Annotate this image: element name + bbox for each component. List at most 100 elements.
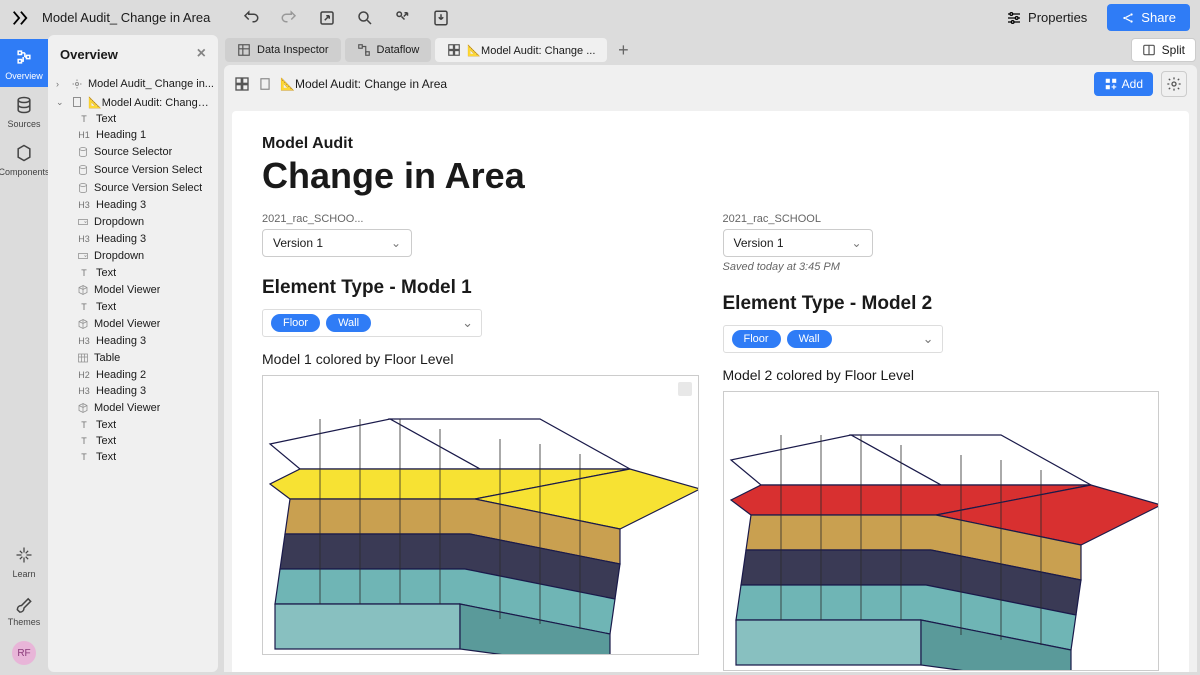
tree-row[interactable]: ⌄📐Model Audit: Change ... [48,93,218,111]
app-logo-icon[interactable] [10,8,30,28]
tree-label: Text [96,435,116,447]
grid-icon[interactable] [234,76,250,92]
tree-row[interactable]: Model Viewer [48,315,218,333]
undo-icon[interactable] [242,9,260,27]
grid-add-icon [1104,77,1118,91]
tree-row[interactable]: TText [48,111,218,127]
chip-floor[interactable]: Floor [271,314,320,332]
split-button[interactable]: Split [1131,38,1196,62]
rail-components[interactable]: Components [0,135,48,183]
preview-icon[interactable] [394,9,412,27]
dropdown-value: Version 1 [273,236,323,250]
element-type-dropdown-2[interactable]: Floor Wall ⌄ [723,325,943,353]
gear-icon [1166,76,1182,92]
properties-button[interactable]: Properties [998,6,1095,30]
toolbar [242,9,450,27]
gear-icon [70,77,84,91]
tree-row[interactable]: H3 Heading 3 [48,231,218,247]
viewer-label: Model 2 colored by Floor Level [723,367,1160,383]
tab-model-audit[interactable]: 📐Model Audit: Change ... [435,38,607,62]
version-dropdown-1[interactable]: Version 1 ⌄ [262,229,412,257]
type-badge: H3 [76,234,92,244]
tree-row[interactable]: H2Heading 2 [48,367,218,383]
chevron-icon[interactable]: › [56,79,66,89]
add-tab-button[interactable]: + [611,38,635,62]
add-button[interactable]: Add [1094,72,1153,96]
chevron-icon[interactable]: ⌄ [56,97,66,108]
tree-label: Heading 3 [96,335,146,347]
type-badge: H1 [76,130,92,140]
tree-row[interactable]: TText [48,417,218,433]
section-heading: Element Type - Model 2 [723,293,1160,315]
user-avatar[interactable]: RF [12,641,36,665]
rail-themes[interactable]: Themes [0,585,48,633]
tree-row[interactable]: Dropdown [48,213,218,231]
tree-label: Table [94,352,120,364]
type-badge: H3 [76,200,92,210]
close-icon[interactable]: × [197,45,206,63]
page-eyebrow: Model Audit [262,135,1159,153]
tree-row[interactable]: H3Heading 3 [48,197,218,213]
tree-label: Text [96,451,116,463]
settings-button[interactable] [1161,71,1187,97]
tree-row[interactable]: Source Selector [48,143,218,161]
tree-row[interactable]: Dropdown [48,247,218,265]
tree-label: Model Viewer [94,284,160,296]
grid-icon [447,43,461,57]
rail-learn[interactable]: Learn [0,537,48,585]
tree-label: Text [96,419,116,431]
tree-label: Text [96,267,116,279]
tree-row[interactable]: ›Model Audit_ Change in... [48,75,218,93]
tree-row[interactable]: Source Version Select [48,179,218,197]
chevron-down-icon: ⌄ [462,315,473,331]
tree-row[interactable]: H3Heading 3 [48,333,218,349]
tree-row[interactable]: H1Heading 1 [48,127,218,143]
redo-icon[interactable] [280,9,298,27]
breadcrumb-title[interactable]: 📐Model Audit: Change in Area [280,77,447,91]
tab-data-inspector[interactable]: Data Inspector [225,38,341,62]
chip-wall[interactable]: Wall [787,330,832,348]
chip-wall[interactable]: Wall [326,314,371,332]
chip-floor[interactable]: Floor [732,330,781,348]
share-button[interactable]: Share [1107,4,1190,31]
tree-row[interactable]: TText [48,449,218,465]
document-title[interactable]: Model Audit_ Change in Area [42,10,210,25]
rail-overview-label: Overview [5,71,43,81]
popout-icon[interactable] [318,9,336,27]
tree-label: Source Version Select [94,164,202,176]
rail-sources[interactable]: Sources [0,87,48,135]
split-icon [1142,43,1156,57]
source-label: 2021_rac_SCHOO... [262,213,699,225]
tree-row[interactable]: Table [48,349,218,367]
column-model-1: 2021_rac_SCHOO... Version 1 ⌄ Element Ty… [262,213,699,671]
sliders-icon [1006,10,1022,26]
tree-row[interactable]: TText [48,433,218,449]
model-viewer-1[interactable] [262,375,699,655]
tree-row[interactable]: H3Heading 3 [48,383,218,399]
model-viewer-2[interactable] [723,391,1160,671]
tab-dataflow[interactable]: Dataflow [345,38,432,62]
column-model-2: 2021_rac_SCHOOL Version 1 ⌄ Saved today … [723,213,1160,671]
tree-row[interactable]: Model Viewer [48,281,218,299]
type-badge: H3 [76,386,92,396]
download-icon[interactable] [432,9,450,27]
version-dropdown-2[interactable]: Version 1 ⌄ [723,229,873,257]
flow-icon [357,43,371,57]
chevron-down-icon: ⌄ [923,331,934,347]
type-badge: T [76,114,92,124]
tree-label: Heading 3 [96,233,146,245]
table-icon [76,351,90,365]
element-type-dropdown-1[interactable]: Floor Wall ⌄ [262,309,482,337]
tree-row[interactable]: TText [48,265,218,281]
tree-row[interactable]: Source Version Select [48,161,218,179]
properties-label: Properties [1028,10,1087,25]
db-icon [76,181,90,195]
tree-row[interactable]: TText [48,299,218,315]
tree-row[interactable]: Model Viewer [48,399,218,417]
tree-label: Dropdown [94,250,144,262]
database-icon [14,95,34,115]
rail-overview[interactable]: Overview [0,39,48,87]
tree-label: Heading 2 [96,369,146,381]
rail-learn-label: Learn [12,569,35,579]
zoom-icon[interactable] [356,9,374,27]
